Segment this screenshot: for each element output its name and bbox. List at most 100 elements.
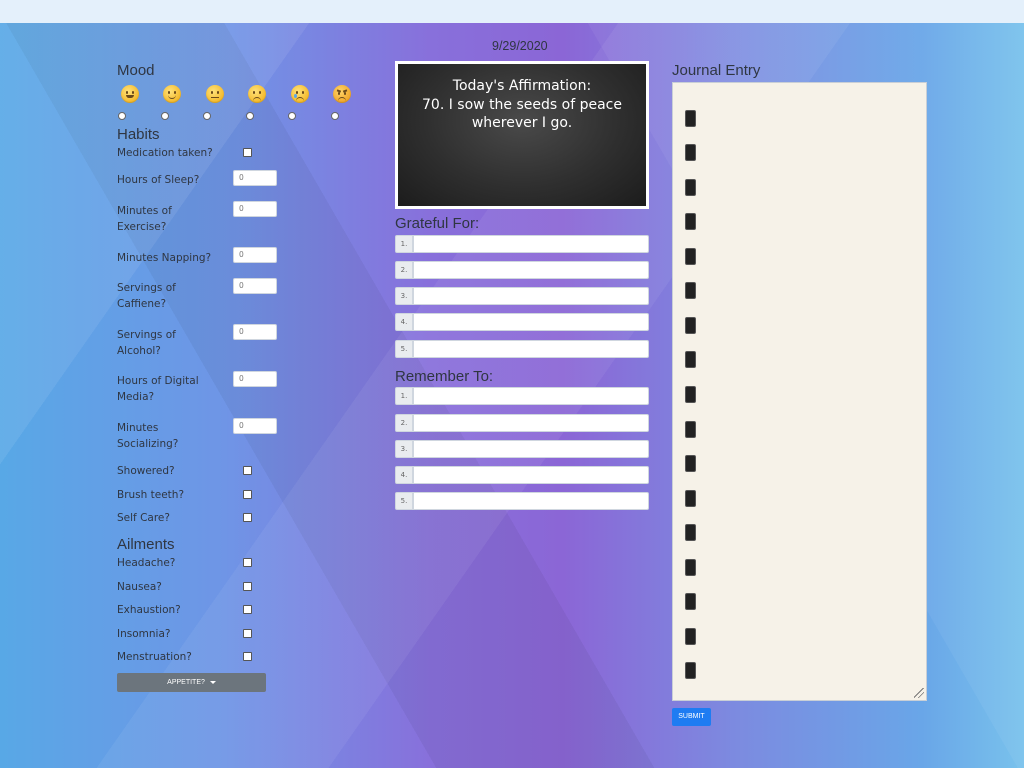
self-care-label: Self Care? — [117, 512, 170, 524]
remember-index-2: 2. — [395, 414, 413, 432]
binder-hole — [685, 248, 696, 265]
grateful-input-4[interactable] — [413, 313, 649, 331]
angry-face-icon — [333, 85, 351, 103]
mood-radio-5[interactable] — [288, 112, 296, 120]
insomnia-label: Insomnia? — [117, 628, 171, 640]
grateful-index-3: 3. — [395, 287, 413, 305]
remember-index-5: 5. — [395, 492, 413, 510]
binder-hole — [685, 455, 696, 472]
binder-hole — [685, 662, 696, 679]
affirmation-heading: Today's Affirmation: — [452, 78, 592, 94]
grateful-index-5: 5. — [395, 340, 413, 358]
insomnia-checkbox[interactable] — [243, 629, 252, 638]
binder-hole — [685, 282, 696, 299]
crying-face-icon — [291, 85, 309, 103]
remember-title: Remember To: — [395, 368, 494, 385]
binder-hole — [685, 490, 696, 507]
mood-radio-6[interactable] — [331, 112, 339, 120]
binder-hole — [685, 524, 696, 541]
grateful-input-5[interactable] — [413, 340, 649, 358]
remember-input-2[interactable] — [413, 414, 649, 432]
grateful-index-1: 1. — [395, 235, 413, 253]
appetite-label: APPETITE? — [167, 679, 205, 686]
medication-checkbox[interactable] — [243, 148, 252, 157]
nausea-label: Nausea? — [117, 581, 162, 593]
showered-label: Showered? — [117, 465, 175, 477]
binder-hole — [685, 213, 696, 230]
exercise-label: Minutes of Exercise? — [117, 205, 172, 233]
grateful-row-2: 2. — [395, 261, 649, 279]
binder-hole — [685, 386, 696, 403]
grinning-face-icon — [121, 85, 139, 103]
showered-checkbox[interactable] — [243, 466, 252, 475]
remember-input-3[interactable] — [413, 440, 649, 458]
brush-teeth-label: Brush teeth? — [117, 489, 185, 501]
mood-radio-4[interactable] — [246, 112, 254, 120]
affirmation-text: 70. I sow the seeds of peace wherever I … — [422, 97, 622, 131]
headache-checkbox[interactable] — [243, 558, 252, 567]
remember-row-1: 1. — [395, 387, 649, 405]
napping-input[interactable]: 0 — [233, 247, 277, 263]
grateful-row-5: 5. — [395, 340, 649, 358]
journal-textarea[interactable] — [672, 82, 927, 701]
grateful-input-2[interactable] — [413, 261, 649, 279]
brush-teeth-checkbox[interactable] — [243, 490, 252, 499]
habits-title: Habits — [117, 126, 160, 143]
caffeine-label: Servings of Caffiene? — [117, 282, 176, 310]
ailments-title: Ailments — [117, 536, 175, 553]
binder-hole — [685, 628, 696, 645]
digital-media-label: Hours of Digital Media? — [117, 375, 199, 403]
grateful-input-1[interactable] — [413, 235, 649, 253]
menstruation-label: Menstruation? — [117, 651, 192, 663]
binder-hole — [685, 110, 696, 127]
binder-hole — [685, 421, 696, 438]
date-label: 9/29/2020 — [492, 39, 548, 53]
remember-input-1[interactable] — [413, 387, 649, 405]
socializing-label: Minutes Socializing? — [117, 422, 179, 450]
digital-media-input[interactable]: 0 — [233, 371, 277, 387]
binder-hole — [685, 179, 696, 196]
napping-label: Minutes Napping? — [117, 252, 212, 264]
self-care-checkbox[interactable] — [243, 513, 252, 522]
grateful-title: Grateful For: — [395, 215, 480, 232]
headache-label: Headache? — [117, 557, 176, 569]
remember-index-3: 3. — [395, 440, 413, 458]
caret-down-icon — [209, 680, 216, 684]
resize-grip-icon[interactable] — [914, 688, 924, 698]
grateful-row-3: 3. — [395, 287, 649, 305]
menstruation-checkbox[interactable] — [243, 652, 252, 661]
grateful-row-4: 4. — [395, 313, 649, 331]
binder-hole — [685, 144, 696, 161]
remember-row-2: 2. — [395, 414, 649, 432]
caffeine-input[interactable]: 0 — [233, 278, 277, 294]
mood-radio-3[interactable] — [203, 112, 211, 120]
neutral-face-icon — [206, 85, 224, 103]
binder-hole — [685, 317, 696, 334]
remember-row-5: 5. — [395, 492, 649, 510]
alcohol-input[interactable]: 0 — [233, 324, 277, 340]
medication-label: Medication taken? — [117, 147, 213, 159]
binder-hole — [685, 593, 696, 610]
affirmation-chalkboard: Today's Affirmation: 70. I sow the seeds… — [395, 61, 649, 209]
mood-radio-2[interactable] — [161, 112, 169, 120]
remember-input-5[interactable] — [413, 492, 649, 510]
slightly-smiling-face-icon — [163, 85, 181, 103]
nausea-checkbox[interactable] — [243, 582, 252, 591]
journal-title: Journal Entry — [672, 62, 761, 79]
appetite-dropdown-button[interactable]: APPETITE? — [117, 673, 266, 692]
browser-top-bar — [0, 0, 1024, 23]
grateful-input-3[interactable] — [413, 287, 649, 305]
grateful-index-2: 2. — [395, 261, 413, 279]
sleep-input[interactable]: 0 — [233, 170, 277, 186]
remember-index-4: 4. — [395, 466, 413, 484]
exercise-input[interactable]: 0 — [233, 201, 277, 217]
exhaustion-label: Exhaustion? — [117, 604, 181, 616]
remember-row-4: 4. — [395, 466, 649, 484]
exhaustion-checkbox[interactable] — [243, 605, 252, 614]
remember-input-4[interactable] — [413, 466, 649, 484]
mood-radio-1[interactable] — [118, 112, 126, 120]
binder-hole — [685, 351, 696, 368]
grateful-row-1: 1. — [395, 235, 649, 253]
submit-button[interactable]: SUBMIT — [672, 708, 711, 726]
socializing-input[interactable]: 0 — [233, 418, 277, 434]
